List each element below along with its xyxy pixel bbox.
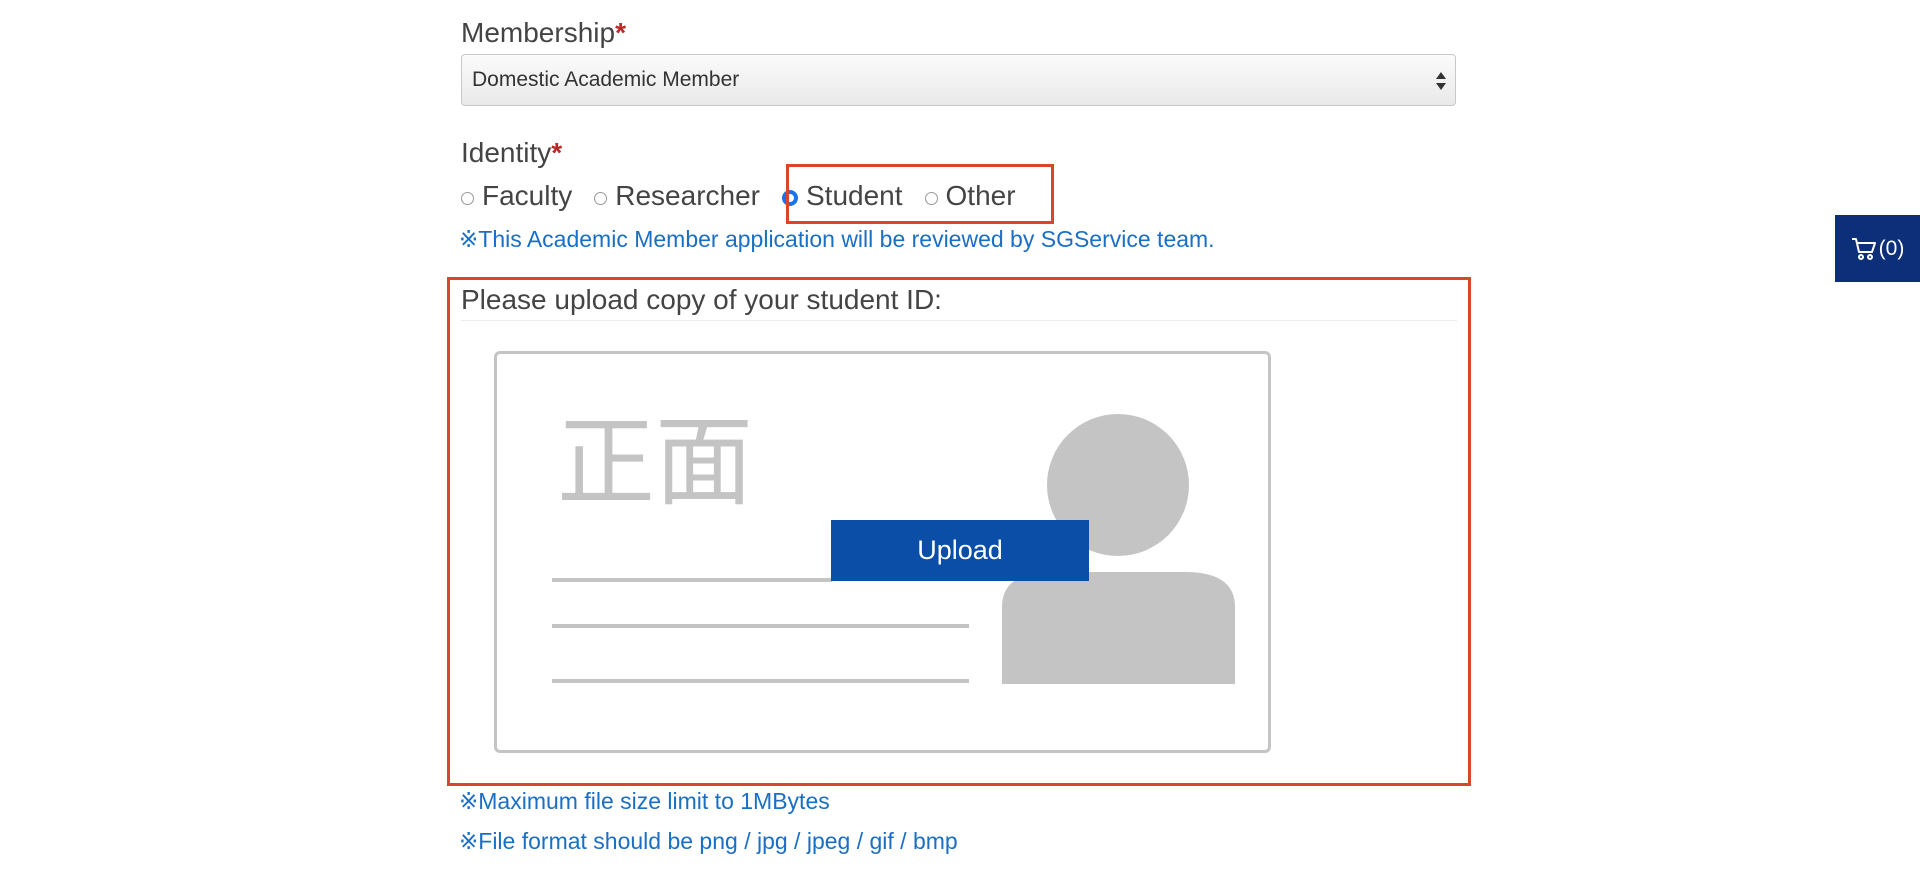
card-front-text: 正面 [557, 406, 753, 520]
review-note: ※This Academic Member application will b… [459, 226, 1215, 252]
cart-icon [1851, 237, 1876, 260]
identity-label-text: Identity [461, 137, 552, 168]
membership-selected-value: Domestic Academic Member [472, 68, 740, 91]
radio-researcher[interactable] [594, 191, 608, 205]
required-mark: * [615, 17, 626, 48]
membership-label: Membership* [461, 19, 626, 47]
upload-button[interactable]: Upload [831, 520, 1089, 581]
membership-label-text: Membership [461, 17, 616, 48]
radio-label-researcher: Researcher [615, 180, 760, 211]
avatar-body-icon [1002, 572, 1235, 684]
cart-count: (0) [1878, 236, 1905, 260]
membership-form-page: Membership* Domestic Academic Member Ide… [0, 0, 1920, 878]
upload-title: Please upload copy of your student ID: [461, 284, 942, 315]
identity-label: Identity* [461, 139, 562, 167]
file-format-note: ※File format should be png / jpg / jpeg … [459, 828, 958, 854]
radio-faculty[interactable] [461, 191, 474, 205]
radio-label-faculty: Faculty [482, 180, 573, 211]
required-mark: * [551, 137, 563, 168]
membership-select[interactable]: Domestic Academic Member [461, 54, 1456, 106]
radio-option-faculty[interactable]: Faculty [461, 182, 572, 210]
cart-button[interactable]: (0) [1835, 215, 1920, 282]
select-arrows-icon [1436, 72, 1446, 90]
radio-option-researcher[interactable]: Researcher [594, 182, 760, 210]
file-size-note: ※Maximum file size limit to 1MBytes [459, 788, 830, 814]
student-option-highlight [786, 164, 1054, 224]
